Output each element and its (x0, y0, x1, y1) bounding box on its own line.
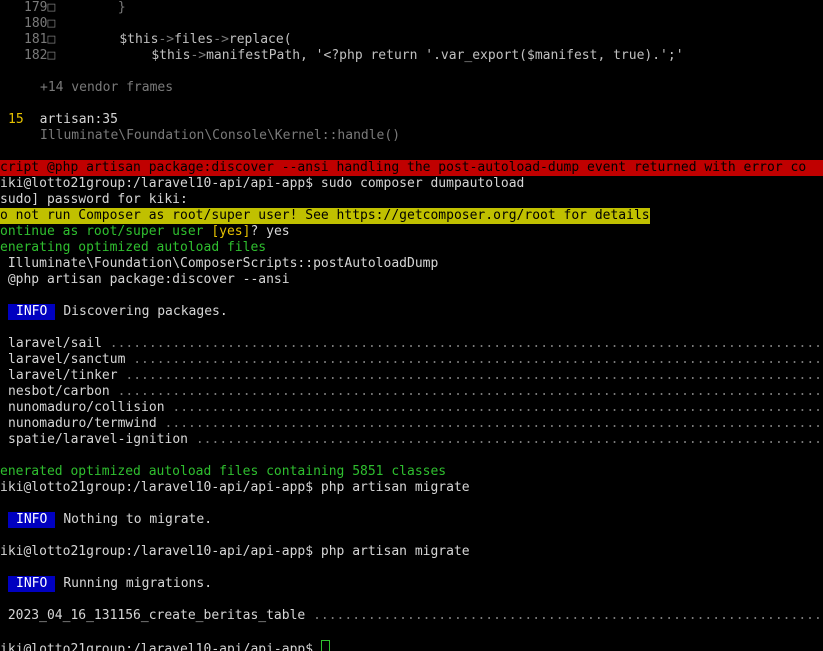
dot-leader: ........................................… (313, 608, 823, 623)
dot-leader: ........................................… (172, 400, 823, 415)
code-func: replace( (228, 32, 292, 47)
code-line-179: 179□ } (0, 0, 126, 16)
dot-leader: ........................................… (133, 352, 823, 367)
frame-call: Illuminate\Foundation\Console\Kernel::ha… (40, 128, 401, 143)
package-item: nunomaduro/collision ...................… (8, 400, 823, 416)
code-op: -> (190, 48, 207, 63)
sudo-prompt: sudo] password for kiki: (0, 192, 188, 207)
dot-leader: ........................................… (164, 416, 823, 431)
terminal-window[interactable]: 179□ } 180□ 181□ $this->files->replace( 1… (0, 0, 823, 651)
continue-option: [yes] (211, 224, 251, 239)
info-line: INFO Running migrations. (8, 576, 212, 592)
code-text: manifestPath, '<?php return '.var_export… (206, 48, 684, 63)
error-message: cript @php artisan package:discover --an… (0, 160, 823, 176)
migration-item: 2023_04_16_131156_create_beritas_table .… (0, 608, 823, 624)
package-item: laravel/sail ...........................… (8, 336, 823, 352)
package-item: spatie/laravel-ignition ................… (8, 432, 823, 448)
migration-name: 2023_04_16_131156_create_beritas_table (0, 608, 306, 623)
line-number: 182□ (24, 48, 56, 63)
package-name: nunomaduro/collision (8, 400, 165, 415)
info-text: Running migrations. (63, 576, 213, 591)
code-prop: files (174, 32, 214, 47)
generated-message: enerated optimized autoload files contai… (0, 464, 447, 479)
continue-answer: ? yes (250, 224, 290, 239)
prompt-line: iki@lotto21group:/laravel10-api/api-app$… (0, 544, 470, 559)
info-badge: INFO (8, 576, 56, 592)
line-number: 179□ (24, 0, 56, 15)
info-line: INFO Nothing to migrate. (8, 512, 212, 528)
code-op: -> (213, 32, 229, 47)
code-var: $this (151, 48, 191, 63)
dot-leader: ........................................… (109, 336, 823, 351)
package-name: laravel/sail (8, 336, 102, 351)
active-prompt[interactable]: iki@lotto21group:/laravel10-api/api-app$ (0, 640, 330, 651)
text-cursor[interactable] (320, 640, 330, 651)
code-line-182: 182□ $this->manifestPath, '<?php return '… (0, 48, 684, 64)
prompt-line: iki@lotto21group:/laravel10-api/api-app$… (0, 176, 525, 191)
stack-frame: 15 artisan:35 (0, 112, 118, 128)
line-number: 181□ (24, 32, 56, 47)
info-text: Nothing to migrate. (63, 512, 213, 527)
post-autoload-line: Illuminate\Foundation\ComposerScripts::p… (0, 256, 439, 271)
continue-text: ontinue as root/super user (0, 224, 212, 239)
package-name: laravel/tinker (8, 368, 118, 383)
warning-message: o not run Composer as root/super user! S… (0, 208, 650, 224)
code-text: } (55, 0, 126, 15)
dot-leader: ........................................… (125, 368, 823, 383)
package-item: laravel/sanctum ........................… (8, 352, 823, 368)
package-name: laravel/sanctum (8, 352, 126, 367)
package-name: nunomaduro/termwind (8, 416, 157, 431)
code-var: $this (119, 32, 159, 47)
package-item: nunomaduro/termwind ....................… (8, 416, 823, 432)
info-badge: INFO (8, 304, 56, 320)
line-number: 180□ (24, 16, 56, 31)
frame-file: artisan:35 (39, 112, 118, 127)
continue-prompt: ontinue as root/super user [yes]? yes (0, 224, 290, 240)
package-item: nesbot/carbon ..........................… (8, 384, 823, 400)
dot-leader: ........................................… (117, 384, 823, 399)
info-line: INFO Discovering packages. (8, 304, 228, 320)
package-item: laravel/tinker .........................… (8, 368, 823, 384)
prompt-line: iki@lotto21group:/laravel10-api/api-app$… (0, 480, 470, 495)
package-name: spatie/laravel-ignition (8, 432, 189, 447)
dot-leader: ........................................… (195, 432, 823, 447)
info-badge: INFO (8, 512, 56, 528)
info-text: Discovering packages. (63, 304, 228, 319)
vendor-frames: +14 vendor frames (40, 80, 174, 95)
discover-command: @php artisan package:discover --ansi (0, 272, 290, 287)
frame-number: 15 (8, 112, 24, 127)
generating-message: enerating optimized autoload files (0, 240, 267, 255)
code-op: -> (158, 32, 175, 47)
prompt-text: iki@lotto21group:/laravel10-api/api-app$ (0, 642, 321, 651)
code-line-181: 181□ $this->files->replace( (0, 32, 292, 48)
code-line-180: 180□ (0, 16, 55, 32)
package-name: nesbot/carbon (8, 384, 110, 399)
